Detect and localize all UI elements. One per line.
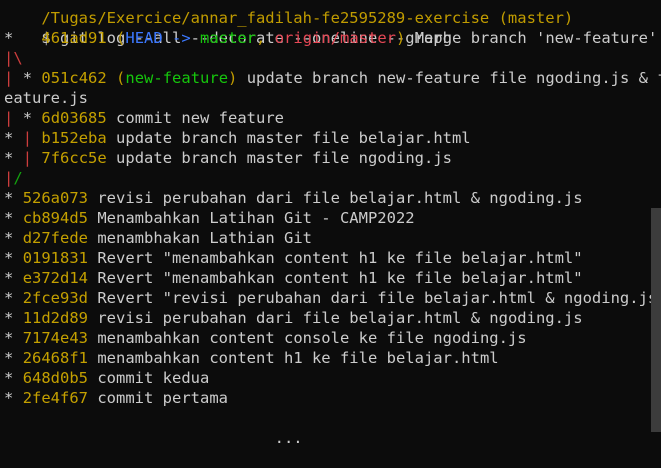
graph-lines: | *: [4, 69, 33, 87]
log-line: * 0191831 Revert "menambahkan content h1…: [4, 248, 649, 268]
log-line: * 7174e43 menambahkan content console ke…: [4, 328, 649, 348]
commit-message: Merge branch 'new-feature': [405, 29, 658, 47]
commit-message: revisi perubahan dari file belajar.html …: [88, 309, 583, 327]
log-line: * | b152eba update branch master file be…: [4, 128, 649, 148]
log-line: * d27fede menambhakan Lathian Git: [4, 228, 649, 248]
log-line: * 26468f1 menambahkan content h1 ke file…: [4, 348, 649, 368]
commit-message: Revert "menambahkan content h1 ke file b…: [88, 249, 583, 267]
commit-hash: 526a073: [22, 189, 89, 207]
graph-lines: * |: [4, 149, 33, 167]
commit-hash: b152eba: [41, 129, 107, 147]
commit-message: update branch new-feature file ngoding.j…: [237, 69, 661, 87]
graph-lines: *: [4, 349, 14, 367]
commit-message: Revert "menambahkan content h1 ke file b…: [88, 269, 583, 287]
log-line: * | 7f6cc5e update branch master file ng…: [4, 148, 649, 168]
log-line: * 648d0b5 commit kedua: [4, 368, 649, 388]
commit-hash: 26468f1: [22, 349, 89, 367]
commit-hash: 2fce93d: [22, 289, 89, 307]
commit-message: Revert "revisi perubahan dari file belaj…: [88, 289, 661, 307]
commit-message: update branch master file belajar.html: [106, 129, 471, 147]
log-line: | * 051c462 (new-feature) update branch …: [4, 68, 661, 88]
log-line: eature.js: [4, 88, 649, 108]
branch-ref: new-feature: [125, 69, 229, 87]
log-line: * cb894d5 Menambahkan Latihan Git - CAMP…: [4, 208, 649, 228]
commit-message: commit new feature: [106, 109, 285, 127]
commit-hash: cb894d5: [22, 209, 89, 227]
commit-message: update branch master file ngoding.js: [106, 149, 452, 167]
terminal-output: /Tugas/Exercice/annar_fadilah-fe2595289-…: [4, 0, 661, 447]
commit-hash: 051c462: [41, 69, 107, 87]
commit-hash: 7f6cc5e: [41, 149, 107, 167]
remote-ref: origin/master: [274, 29, 397, 47]
commit-message: menambahkan content console ke file ngod…: [88, 329, 527, 347]
prompt-path: /Tugas/Exercice/annar_fadilah-fe2595289-…: [41, 9, 574, 27]
commit-hash: 0191831: [22, 249, 89, 267]
log-line: * 526a073 revisi perubahan dari file bel…: [4, 188, 649, 208]
graph-lines: | *: [4, 109, 33, 127]
graph-lines: *: [4, 309, 14, 327]
commit-message: eature.js: [4, 89, 88, 107]
decoration-close: ): [228, 69, 238, 87]
commit-message: menambhakan Lathian Git: [88, 229, 312, 247]
graph-lines: *: [4, 249, 14, 267]
commit-hash: 648d0b5: [22, 369, 89, 387]
log-line: * e372d14 Revert "menambahkan content h1…: [4, 268, 649, 288]
commit-message: revisi perubahan dari file belajar.html …: [88, 189, 583, 207]
log-line: * 2fce93d Revert "revisi perubahan dari …: [4, 288, 661, 308]
commit-message: Menambahkan Latihan Git - CAMP2022: [88, 209, 415, 227]
commit-message: commit kedua: [88, 369, 210, 387]
log-line: * 11d2d89 revisi perubahan dari file bel…: [4, 308, 649, 328]
commit-hash: 461ad91: [41, 29, 107, 47]
graph-lines: *: [4, 369, 14, 387]
decoration-open: (: [106, 69, 126, 87]
git-log: * 461ad91 (HEAD -> master, origin/master…: [4, 28, 661, 408]
log-line: |\: [4, 48, 649, 68]
commit-hash: 7174e43: [22, 329, 89, 347]
graph-lines: *: [4, 289, 14, 307]
commit-hash: 11d2d89: [22, 309, 89, 327]
prompt-path-line: /Tugas/Exercice/annar_fadilah-fe2595289-…: [4, 0, 649, 27]
head-ref: HEAD ->: [125, 29, 201, 47]
log-line: | * 6d03685 commit new feature: [4, 108, 649, 128]
commit-hash: d27fede: [22, 229, 89, 247]
graph-lines: * |: [4, 129, 33, 147]
graph-lines: |/: [4, 169, 23, 187]
graph-lines: *: [4, 329, 14, 347]
commit-message: menambahkan content h1 ke file belajar.h…: [88, 349, 499, 367]
graph-lines: *: [4, 269, 14, 287]
decoration-sep: ,: [256, 29, 275, 47]
log-line: |/: [4, 168, 649, 188]
scrollbar[interactable]: [651, 208, 661, 432]
graph-lines: *: [4, 29, 14, 47]
graph-lines: *: [4, 209, 14, 227]
log-line: * 461ad91 (HEAD -> master, origin/master…: [4, 28, 657, 48]
decoration-close: ): [396, 29, 406, 47]
commit-hash: 2fe4f67: [22, 389, 89, 407]
graph-lines: *: [4, 389, 14, 407]
branch-ref: master: [200, 29, 257, 47]
graph-lines: |\: [4, 49, 23, 67]
graph-lines: *: [4, 189, 14, 207]
graph-lines: *: [4, 229, 14, 247]
commit-hash: 6d03685: [41, 109, 107, 127]
log-line: * 2fe4f67 commit pertama: [4, 388, 649, 408]
decoration-open: (: [106, 29, 126, 47]
footer-line: ...: [4, 408, 649, 447]
commit-hash: e372d14: [22, 269, 89, 287]
commit-message: commit pertama: [88, 389, 228, 407]
